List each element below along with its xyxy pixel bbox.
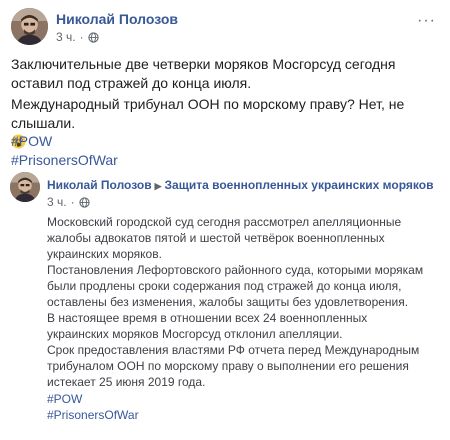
facebook-post: Николай Полозов 3 ч. · ··· Заключительны…	[0, 0, 450, 440]
author-avatar[interactable]	[11, 8, 48, 45]
shared-avatar-photo-icon	[10, 172, 40, 202]
shared-paragraph-1: Московский городской суд сегодня рассмот…	[47, 215, 402, 261]
more-options-icon[interactable]: ···	[417, 12, 436, 30]
shared-author-avatar[interactable]	[10, 172, 40, 202]
post-paragraph-2-text: Международный трибунал ООН по морскому п…	[11, 96, 405, 131]
hashtag-pow[interactable]: #POW	[11, 133, 52, 149]
shared-group-name[interactable]: Защита военнопленных украинских моряков	[165, 178, 434, 192]
shared-post-meta: 3 ч. ·	[47, 195, 90, 209]
post-paragraph-1: Заключительные две четверки моряков Мосг…	[11, 56, 396, 91]
caret-right-icon: ▶	[154, 181, 162, 191]
shared-paragraph-4: Срок предоставления властями РФ отчета п…	[47, 343, 420, 389]
shared-paragraph-2: Постановления Лефортовского районного су…	[47, 263, 424, 309]
avatar-photo-icon	[11, 8, 48, 45]
globe-icon	[87, 31, 99, 43]
shared-post: Николай Полозов ▶ Защита военнопленных укр…	[10, 165, 439, 435]
shared-author-line: Николай Полозов ▶ Защита военнопленных укр…	[47, 178, 433, 192]
shared-author-name[interactable]: Николай Полозов	[47, 178, 152, 192]
globe-icon	[78, 196, 90, 208]
post-paragraph-2: Международный трибунал ООН по морскому п…	[11, 95, 439, 152]
post-meta: 3 ч. ·	[56, 30, 99, 44]
shared-paragraph-3: В настоящее время в отношении всех 24 во…	[47, 311, 368, 341]
author-name[interactable]: Николай Полозов	[56, 11, 178, 27]
shared-hashtag-pow[interactable]: #POW	[47, 392, 82, 406]
post-time[interactable]: 3 ч.	[56, 30, 76, 44]
shared-hashtag-prisonersofwar[interactable]: #PrisonersOfWar	[47, 408, 139, 422]
shared-post-time[interactable]: 3 ч.	[47, 195, 67, 209]
